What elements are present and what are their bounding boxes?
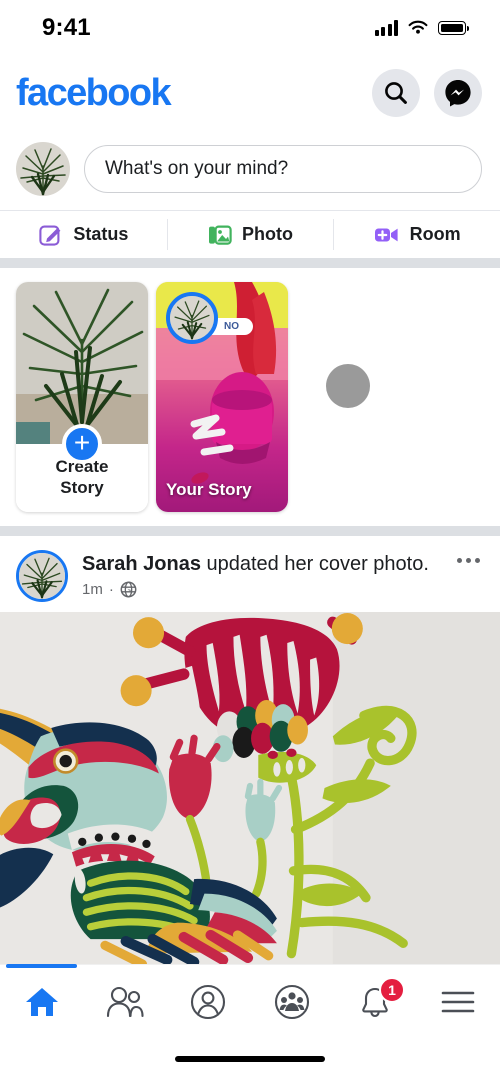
friends-icon xyxy=(106,986,144,1017)
photo-button[interactable]: Photo xyxy=(166,211,334,258)
nav-item-home[interactable] xyxy=(0,964,83,1038)
create-story-card[interactable]: + Create Story xyxy=(16,282,148,512)
header-buttons xyxy=(372,69,482,117)
messenger-icon xyxy=(445,80,471,107)
post-title: Sarah Jonas updated her cover photo. xyxy=(82,552,443,577)
status-bar: 9:41 xyxy=(0,0,500,56)
create-story-thumbnail xyxy=(16,282,148,444)
status-button[interactable]: Status xyxy=(0,211,167,258)
nav-item-friends[interactable] xyxy=(83,965,166,1038)
post-cover-photo[interactable] xyxy=(0,612,500,964)
wifi-icon xyxy=(408,20,428,34)
post-separator: · xyxy=(108,581,114,598)
bottom-navigation: 1 xyxy=(0,964,500,1038)
user-avatar-plant-icon xyxy=(170,296,214,340)
post-composer: What's on your mind? xyxy=(0,130,500,210)
home-indicator-bar[interactable] xyxy=(175,1056,325,1062)
status-time: 9:41 xyxy=(42,14,91,41)
post-subtitle: 1m · xyxy=(82,581,443,598)
nav-item-profile[interactable] xyxy=(167,965,250,1038)
status-pencil-icon xyxy=(39,225,61,246)
room-button[interactable]: Room xyxy=(333,211,500,258)
story-placeholder-dot[interactable] xyxy=(326,364,370,408)
feed-post: Sarah Jonas updated her cover photo. 1m … xyxy=(0,536,500,964)
folk-art-bird-flower-illustration-icon xyxy=(0,612,500,964)
home-indicator-area xyxy=(0,1038,500,1080)
room-video-icon xyxy=(374,228,398,241)
home-icon xyxy=(25,987,58,1016)
post-author-avatar[interactable] xyxy=(16,550,68,602)
globe-public-icon xyxy=(120,581,137,598)
post-meta: Sarah Jonas updated her cover photo. 1m … xyxy=(82,550,443,598)
photo-icon xyxy=(209,224,232,245)
app-header: facebook xyxy=(0,56,500,130)
room-label: Room xyxy=(409,224,461,244)
post-header: Sarah Jonas updated her cover photo. 1m … xyxy=(0,536,500,612)
status-label: Status xyxy=(73,224,129,244)
user-avatar-plant-icon xyxy=(19,553,65,599)
facebook-logo: facebook xyxy=(16,72,172,114)
whats-on-your-mind-input[interactable]: What's on your mind? xyxy=(84,145,482,193)
section-divider xyxy=(0,258,500,268)
your-story-avatar xyxy=(166,292,218,344)
nav-item-menu[interactable] xyxy=(417,965,500,1038)
status-icons xyxy=(374,20,470,36)
plant-photo-icon xyxy=(16,282,148,444)
facebook-mobile-app: 9:41 facebook What's on your mind? Statu… xyxy=(0,0,500,1080)
post-author-name[interactable]: Sarah Jonas xyxy=(82,553,201,575)
messenger-button[interactable] xyxy=(434,69,482,117)
search-button[interactable] xyxy=(372,69,420,117)
notifications-badge: 1 xyxy=(378,977,405,1003)
search-icon xyxy=(385,82,407,104)
battery-icon xyxy=(438,21,470,35)
user-avatar-plant-icon xyxy=(16,142,70,196)
post-timestamp: 1m xyxy=(82,581,103,598)
post-action-text: updated her cover photo. xyxy=(200,553,429,575)
your-story-card[interactable]: NO Your Story xyxy=(156,282,288,512)
stories-row: + Create Story NO Your Story xyxy=(0,268,500,526)
your-story-label: Your Story xyxy=(166,480,252,499)
profile-icon xyxy=(191,984,226,1019)
more-options-icon[interactable] xyxy=(457,550,484,563)
composer-avatar[interactable] xyxy=(16,142,70,196)
photo-label: Photo xyxy=(242,224,293,244)
cellular-signal-icon xyxy=(374,20,398,36)
hamburger-menu-icon xyxy=(441,991,475,1012)
section-divider-2 xyxy=(0,526,500,536)
nav-item-notifications[interactable]: 1 xyxy=(333,965,416,1038)
groups-icon xyxy=(274,984,309,1019)
create-story-plus-button[interactable]: + xyxy=(62,424,102,464)
composer-actions: Status Photo Room xyxy=(0,210,500,258)
nav-item-groups[interactable] xyxy=(250,965,333,1038)
